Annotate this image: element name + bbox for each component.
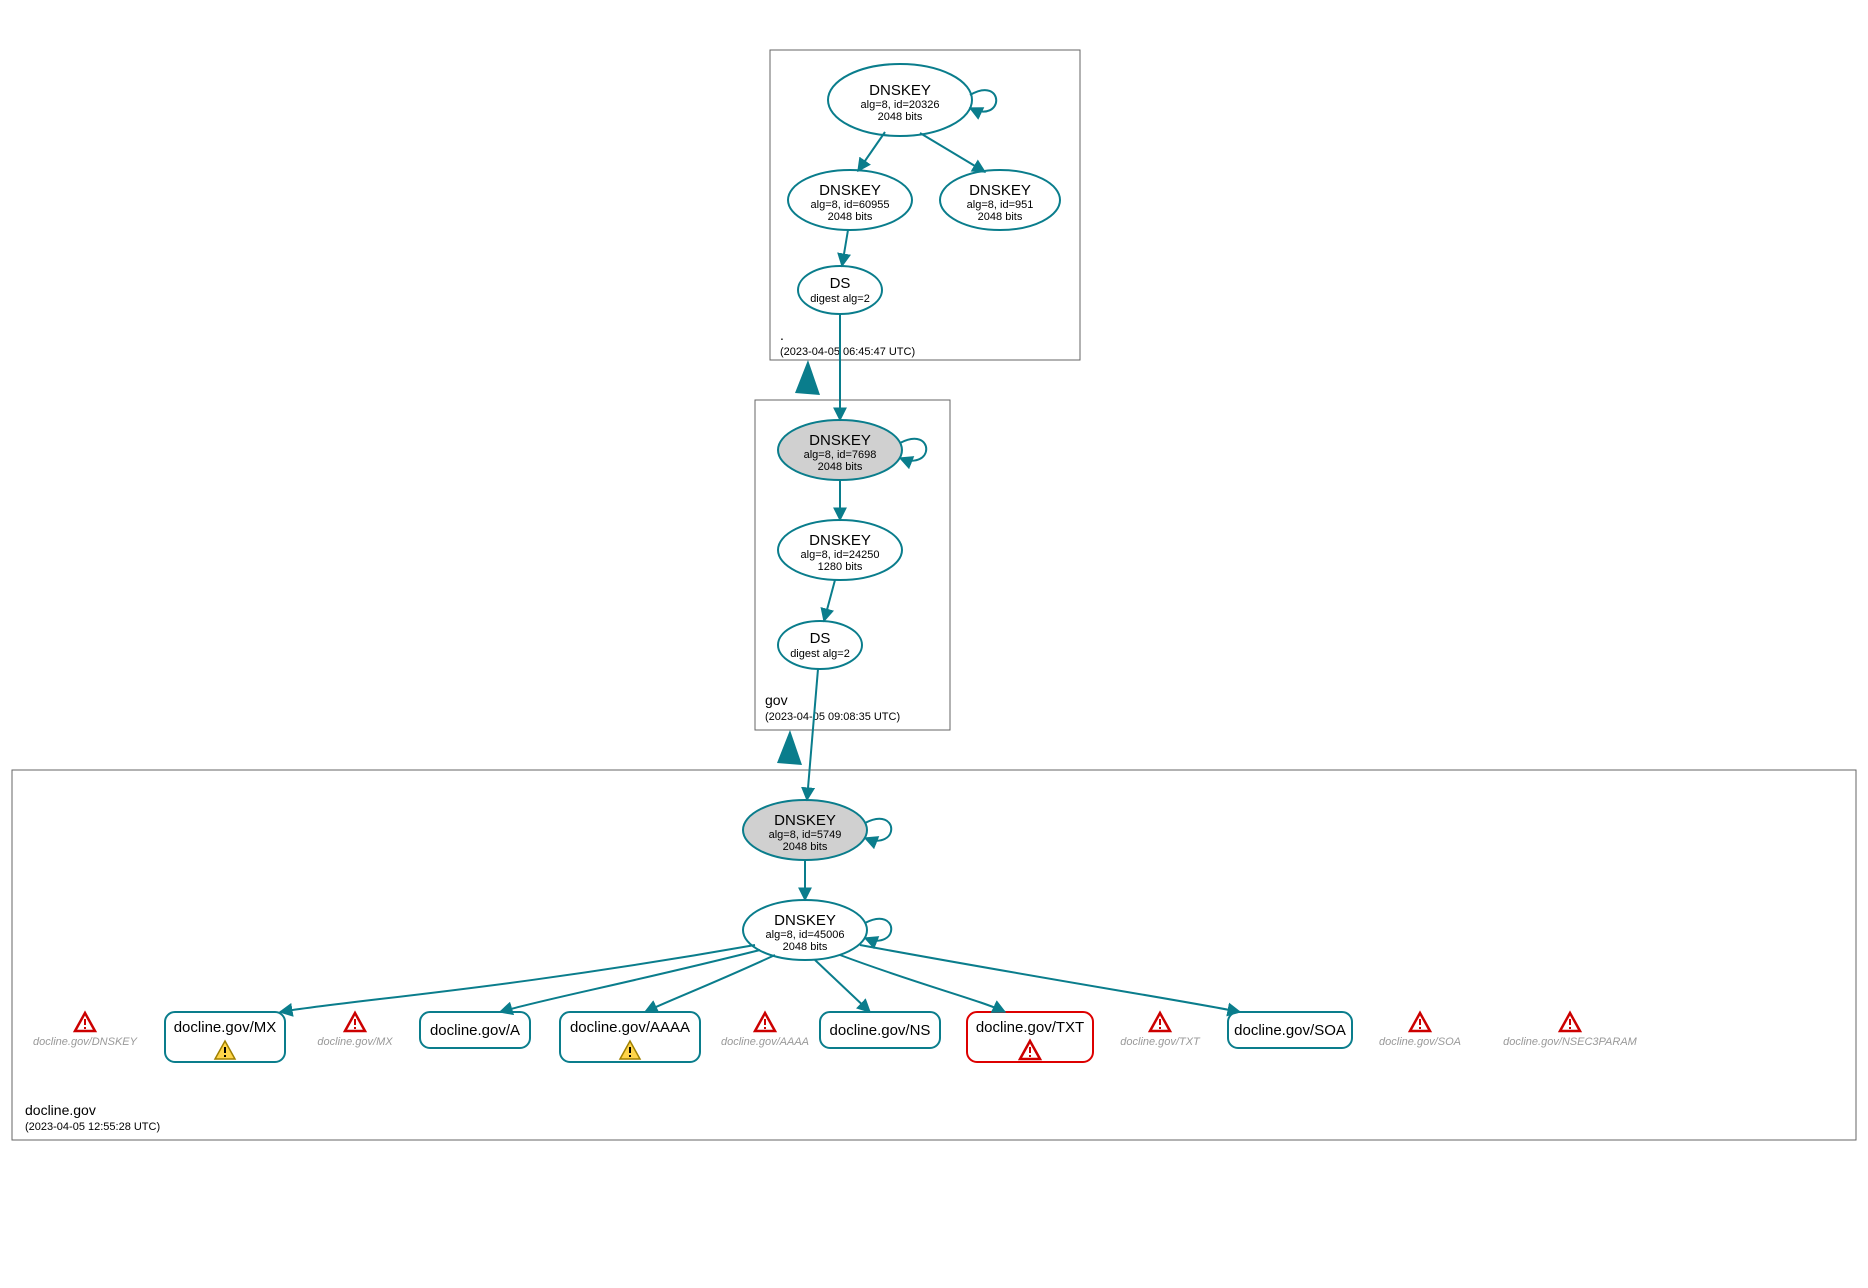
edge-zsk-mx [280,945,755,1012]
edge-zsk-soa [860,945,1240,1012]
edge-root-ksk-zsk1 [858,132,885,171]
unsigned-mx[interactable]: docline.gov/MX [317,1013,393,1048]
svg-text:docline.gov/AAAA: docline.gov/AAAA [721,1036,809,1048]
unsigned-nsec3param[interactable]: docline.gov/NSEC3PARAM [1503,1013,1638,1048]
unsigned-aaaa[interactable]: docline.gov/AAAA [721,1013,809,1048]
svg-text:DNSKEY: DNSKEY [774,912,836,929]
svg-text:DS: DS [830,275,851,292]
delegation-gov-docline [777,730,802,765]
svg-text:2048 bits: 2048 bits [783,941,828,953]
svg-text:DNSKEY: DNSKEY [809,432,871,449]
svg-text:docline.gov/TXT: docline.gov/TXT [976,1019,1084,1036]
zone-gov: gov (2023-04-05 09:08:35 UTC) DNSKEY alg… [755,314,950,730]
node-gov-ds[interactable]: DS digest alg=2 [778,621,862,669]
svg-text:DNSKEY: DNSKEY [869,82,931,99]
zone-docline-label: docline.gov [25,1102,96,1118]
svg-text:DS: DS [810,630,831,647]
rrset-ns[interactable]: docline.gov/NS [820,1012,940,1048]
edge-root-zsk1-ds [842,230,848,266]
svg-text:docline.gov/TXT: docline.gov/TXT [1120,1036,1201,1048]
zone-docline: docline.gov (2023-04-05 12:55:28 UTC) DN… [12,669,1856,1140]
node-gov-ksk[interactable]: DNSKEY alg=8, id=7698 2048 bits [778,420,902,480]
edge-root-ksk-self [970,90,996,111]
node-doc-ksk[interactable]: DNSKEY alg=8, id=5749 2048 bits [743,800,867,860]
svg-text:alg=8, id=60955: alg=8, id=60955 [811,199,890,211]
svg-text:DNSKEY: DNSKEY [809,532,871,549]
zone-root-timestamp: (2023-04-05 06:45:47 UTC) [780,346,915,358]
node-doc-zsk[interactable]: DNSKEY alg=8, id=45006 2048 bits [743,900,867,960]
rrset-soa[interactable]: docline.gov/SOA [1228,1012,1352,1048]
zone-root: . (2023-04-05 06:45:47 UTC) DNSKEY alg=8… [770,50,1080,360]
svg-text:2048 bits: 2048 bits [818,461,863,473]
rrset-aaaa[interactable]: docline.gov/AAAA [560,1012,700,1062]
svg-text:alg=8, id=5749: alg=8, id=5749 [769,829,842,841]
zone-root-label: . [780,327,784,343]
unsigned-dnskey[interactable]: docline.gov/DNSKEY [33,1013,138,1048]
svg-text:DNSKEY: DNSKEY [774,812,836,829]
svg-text:digest alg=2: digest alg=2 [790,648,850,660]
svg-text:DNSKEY: DNSKEY [819,182,881,199]
zone-gov-timestamp: (2023-04-05 09:08:35 UTC) [765,711,900,723]
unsigned-soa[interactable]: docline.gov/SOA [1379,1013,1461,1048]
zone-gov-label: gov [765,692,788,708]
edge-gov-ds-doc-ksk [807,669,818,800]
svg-text:docline.gov/MX: docline.gov/MX [174,1019,277,1036]
svg-text:docline.gov/MX: docline.gov/MX [317,1036,393,1048]
edge-zsk-txt [840,955,1005,1012]
svg-text:alg=8, id=951: alg=8, id=951 [967,199,1034,211]
node-root-ksk[interactable]: DNSKEY alg=8, id=20326 2048 bits [828,64,972,136]
node-gov-zsk[interactable]: DNSKEY alg=8, id=24250 1280 bits [778,520,902,580]
svg-text:alg=8, id=45006: alg=8, id=45006 [766,929,845,941]
node-root-ds[interactable]: DS digest alg=2 [798,266,882,314]
svg-text:alg=8, id=7698: alg=8, id=7698 [804,449,877,461]
svg-text:docline.gov/SOA: docline.gov/SOA [1379,1036,1461,1048]
svg-text:docline.gov/NS: docline.gov/NS [830,1022,931,1039]
delegation-root-gov [795,360,820,395]
svg-text:docline.gov/NSEC3PARAM: docline.gov/NSEC3PARAM [1503,1036,1638,1048]
rrset-a[interactable]: docline.gov/A [420,1012,530,1048]
svg-text:DNSKEY: DNSKEY [969,182,1031,199]
svg-text:2048 bits: 2048 bits [978,211,1023,223]
svg-text:1280 bits: 1280 bits [818,561,863,573]
svg-text:digest alg=2: digest alg=2 [810,293,870,305]
node-root-zsk1[interactable]: DNSKEY alg=8, id=60955 2048 bits [788,170,912,230]
svg-text:docline.gov/AAAA: docline.gov/AAAA [570,1019,690,1036]
edge-doc-zsk-self [865,919,891,941]
svg-text:docline.gov/A: docline.gov/A [430,1022,520,1039]
svg-text:docline.gov/SOA: docline.gov/SOA [1234,1022,1346,1039]
zone-docline-timestamp: (2023-04-05 12:55:28 UTC) [25,1121,160,1133]
edge-zsk-ns [815,960,870,1012]
svg-text:2048 bits: 2048 bits [783,841,828,853]
edge-doc-ksk-self [865,819,891,841]
rrset-txt[interactable]: docline.gov/TXT [967,1012,1093,1062]
svg-text:alg=8, id=24250: alg=8, id=24250 [801,549,880,561]
edge-gov-zsk-ds [824,580,835,621]
rrset-mx[interactable]: docline.gov/MX [165,1012,285,1062]
svg-text:docline.gov/DNSKEY: docline.gov/DNSKEY [33,1036,138,1048]
edge-zsk-aaaa [645,955,775,1012]
edge-root-ksk-zsk2 [920,133,985,172]
edge-zsk-a [500,950,760,1012]
svg-text:2048 bits: 2048 bits [828,211,873,223]
node-root-zsk2[interactable]: DNSKEY alg=8, id=951 2048 bits [940,170,1060,230]
unsigned-txt[interactable]: docline.gov/TXT [1120,1013,1201,1048]
svg-text:alg=8, id=20326: alg=8, id=20326 [861,99,940,111]
svg-text:2048 bits: 2048 bits [878,111,923,123]
edge-gov-ksk-self [900,439,926,461]
